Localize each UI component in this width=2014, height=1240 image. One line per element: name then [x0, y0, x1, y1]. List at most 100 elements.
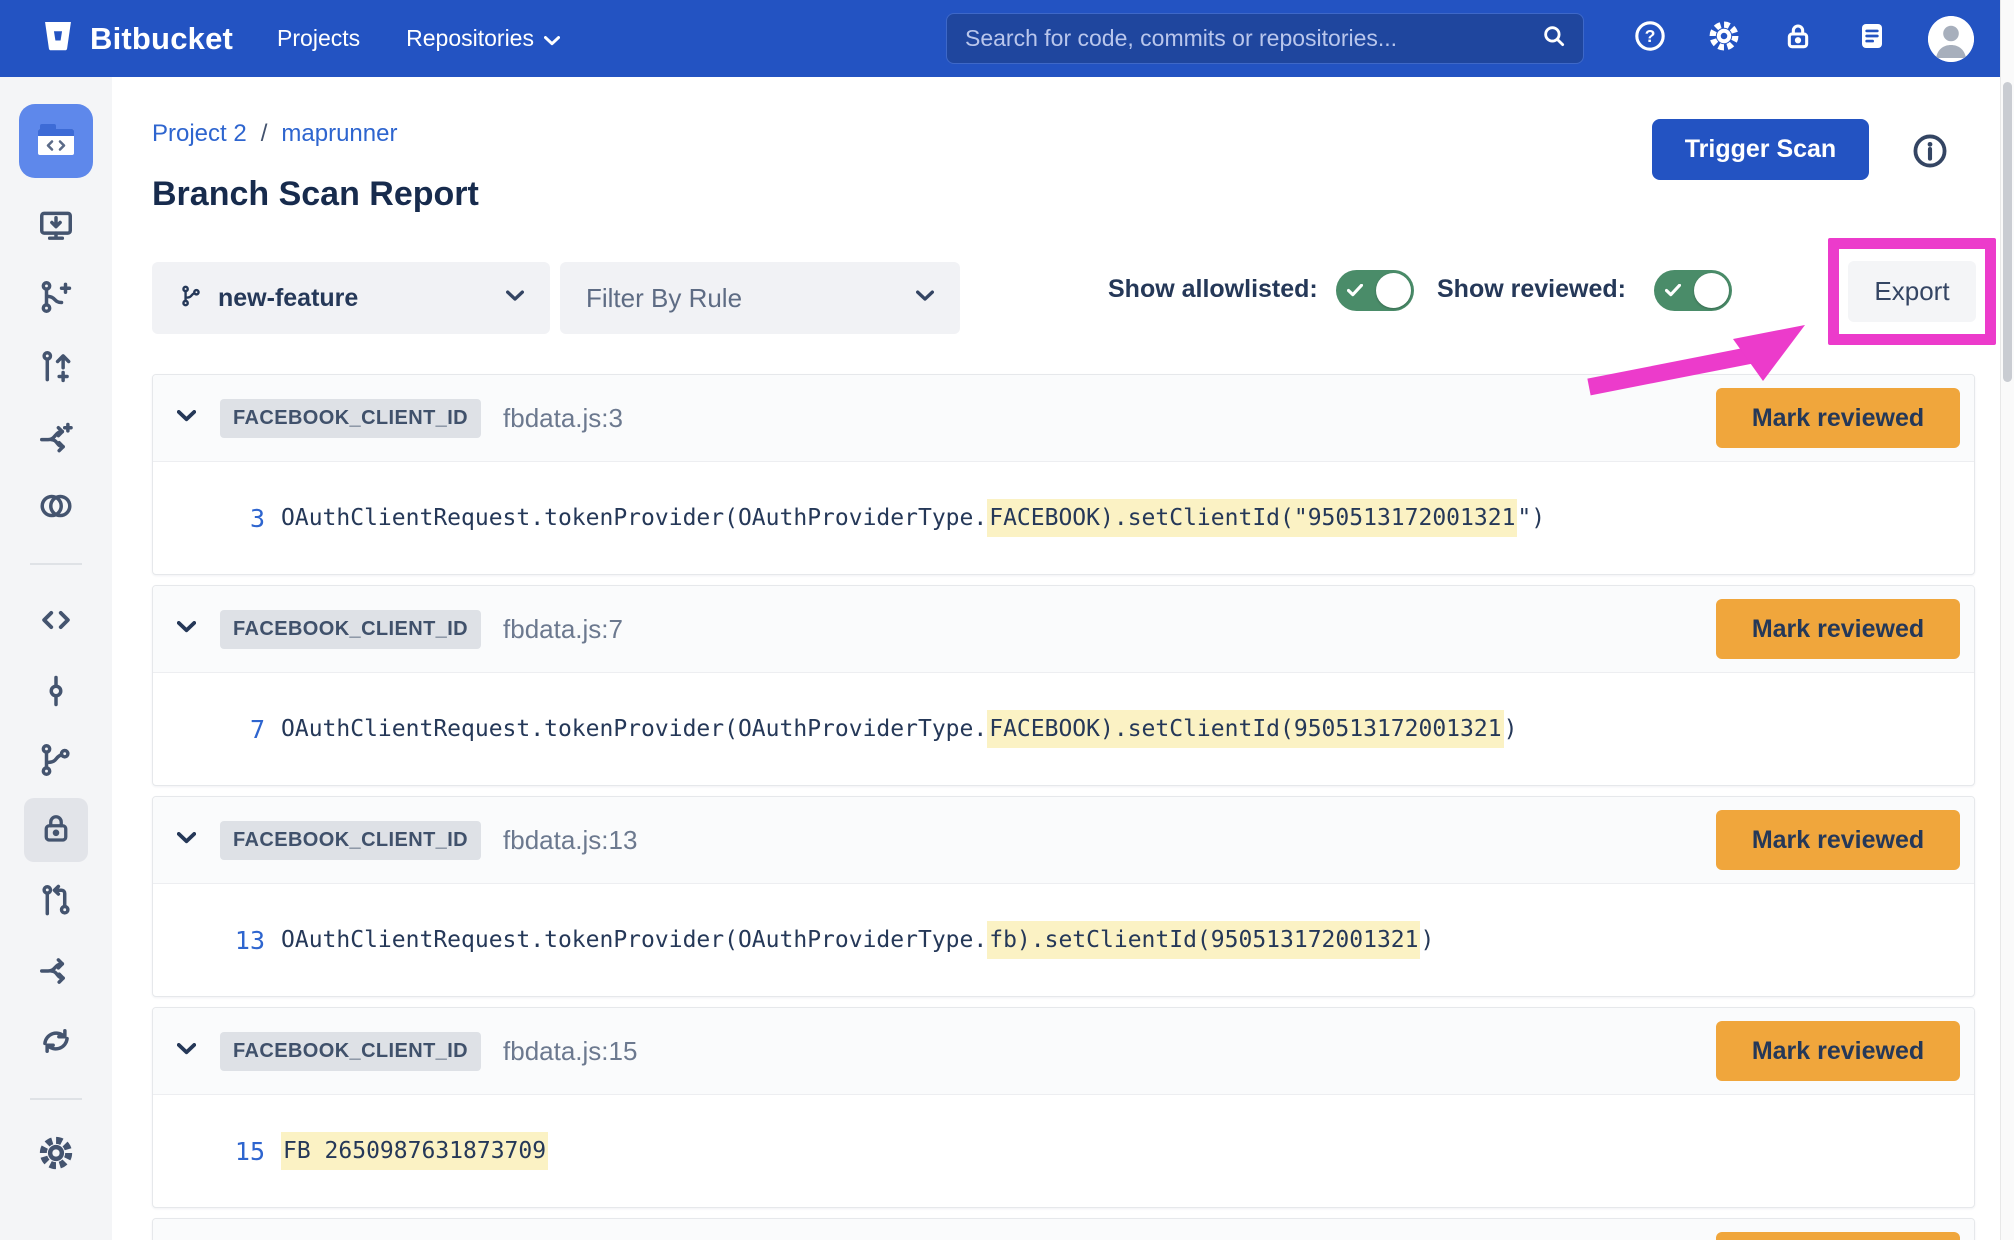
finding-header[interactable] [153, 1219, 1974, 1240]
scrollbar-thumb[interactable] [2003, 82, 2012, 382]
toggle-knob [1376, 273, 1411, 308]
lock-icon [1782, 20, 1814, 57]
findings-list: FACEBOOK_CLIENT_ID fbdata.js:3 Mark revi… [152, 374, 1975, 1240]
clone-icon [37, 207, 75, 250]
finding-header[interactable]: FACEBOOK_CLIENT_ID fbdata.js:3 Mark revi… [153, 375, 1974, 462]
code-snippet: 7 OAuthClientRequest.tokenProvider(OAuth… [153, 673, 1974, 785]
search-input[interactable] [965, 25, 1541, 52]
finding-location: fbdata.js:7 [503, 614, 623, 645]
chevron-down-icon [916, 289, 934, 307]
breadcrumb-repo-link[interactable]: maprunner [281, 120, 397, 148]
rule-badge: FACEBOOK_CLIENT_ID [220, 610, 481, 649]
chevron-down-icon [506, 289, 524, 307]
finding-card: FACEBOOK_CLIENT_ID fbdata.js:15 Mark rev… [152, 1007, 1975, 1208]
sidebar-item-security-scan[interactable] [24, 798, 88, 862]
secret-highlight: FB 2650987631873709 [281, 1132, 548, 1170]
top-nav: Bitbucket Projects Repositories ? [0, 0, 2000, 77]
chevron-down-icon [544, 25, 560, 52]
breadcrumb-separator: / [261, 120, 268, 148]
gear-icon [37, 1134, 75, 1177]
user-avatar[interactable] [1928, 16, 1974, 62]
breadcrumb-project-link[interactable]: Project 2 [152, 120, 247, 148]
branch-icon [178, 282, 204, 315]
code-line: OAuthClientRequest.tokenProvider(OAuthPr… [281, 505, 1545, 531]
settings-button[interactable] [1706, 21, 1742, 57]
branch-select[interactable]: new-feature [152, 262, 550, 334]
pull-request-icon [37, 882, 75, 925]
bitbucket-window: Bitbucket Projects Repositories ? [0, 0, 2014, 1240]
pipelines-icon [37, 1022, 75, 1065]
sidebar-item-compare[interactable] [0, 487, 112, 530]
line-number: 7 [231, 715, 265, 744]
sidebar-item-forks[interactable] [0, 952, 112, 995]
chevron-down-icon[interactable] [177, 1042, 196, 1060]
show-reviewed-toggle[interactable] [1654, 270, 1732, 311]
code-snippet: 3 OAuthClientRequest.tokenProvider(OAuth… [153, 462, 1974, 574]
sidebar-item-settings[interactable] [0, 1134, 112, 1177]
help-icon: ? [1633, 19, 1667, 58]
show-allowlisted-label: Show allowlisted: [1108, 275, 1318, 304]
mark-reviewed-button[interactable]: Mark reviewed [1716, 1021, 1960, 1081]
line-number: 3 [231, 504, 265, 533]
nav-item-projects[interactable]: Projects [277, 25, 360, 52]
sidebar-item-source[interactable] [0, 601, 112, 644]
finding-card [152, 1218, 1975, 1240]
export-highlight-box: Export [1828, 238, 1996, 345]
show-allowlisted-toggle[interactable] [1336, 270, 1414, 311]
finding-location: fbdata.js:15 [503, 1036, 637, 1067]
sidebar-item-fork[interactable] [0, 419, 112, 462]
nav-item-repositories[interactable]: Repositories [406, 25, 560, 52]
rule-badge: FACEBOOK_CLIENT_ID [220, 1032, 481, 1071]
bitbucket-logo[interactable]: Bitbucket [40, 18, 233, 59]
sidebar-item-pull-requests[interactable] [0, 882, 112, 925]
sidebar-item-create-branch[interactable] [0, 278, 112, 321]
repository-avatar[interactable] [19, 104, 93, 178]
mark-reviewed-button[interactable]: Mark reviewed [1716, 810, 1960, 870]
create-pull-request-icon [37, 348, 75, 391]
changelog-button[interactable] [1854, 21, 1890, 57]
mark-reviewed-button[interactable]: Mark reviewed [1716, 599, 1960, 659]
bitbucket-bucket-icon [40, 18, 76, 59]
finding-card: FACEBOOK_CLIENT_ID fbdata.js:3 Mark revi… [152, 374, 1975, 575]
mark-reviewed-button[interactable] [1716, 1232, 1960, 1240]
finding-header[interactable]: FACEBOOK_CLIENT_ID fbdata.js:13 Mark rev… [153, 797, 1974, 884]
finding-header[interactable]: FACEBOOK_CLIENT_ID fbdata.js:15 Mark rev… [153, 1008, 1974, 1095]
source-code-icon [36, 601, 76, 644]
rule-badge: FACEBOOK_CLIENT_ID [220, 821, 481, 860]
repo-sidebar [0, 77, 112, 1240]
chevron-down-icon[interactable] [177, 831, 196, 849]
finding-header[interactable]: FACEBOOK_CLIENT_ID fbdata.js:7 Mark revi… [153, 586, 1974, 673]
global-search[interactable] [946, 13, 1584, 64]
trigger-scan-button[interactable]: Trigger Scan [1652, 119, 1869, 180]
help-button[interactable]: ? [1632, 21, 1668, 57]
search-icon [1541, 23, 1567, 54]
sidebar-item-commits[interactable] [0, 672, 112, 715]
code-line: OAuthClientRequest.tokenProvider(OAuthPr… [281, 716, 1517, 742]
forks-icon [37, 952, 75, 995]
finding-card: FACEBOOK_CLIENT_ID fbdata.js:7 Mark revi… [152, 585, 1975, 786]
sidebar-divider [30, 563, 82, 565]
code-line: OAuthClientRequest.tokenProvider(OAuthPr… [281, 927, 1434, 953]
main-content: Project 2 / maprunner Trigger Scan Branc… [112, 77, 2000, 1240]
changelog-icon [1856, 20, 1888, 57]
rule-filter-value: Filter By Rule [586, 283, 742, 314]
sidebar-item-pipelines[interactable] [0, 1022, 112, 1065]
export-button[interactable]: Export [1848, 261, 1976, 322]
info-icon[interactable] [1911, 132, 1949, 170]
chevron-down-icon[interactable] [177, 620, 196, 638]
fork-plus-icon [37, 419, 75, 462]
toggle-knob [1694, 273, 1729, 308]
sidebar-item-branches[interactable] [0, 741, 112, 784]
scrollbar-track[interactable] [2000, 0, 2014, 1240]
sidebar-item-create-pull-request[interactable] [0, 348, 112, 391]
lock-icon [38, 810, 74, 851]
rule-filter-select[interactable]: Filter By Rule [560, 262, 960, 334]
security-button[interactable] [1780, 21, 1816, 57]
create-branch-icon [37, 278, 75, 321]
mark-reviewed-button[interactable]: Mark reviewed [1716, 388, 1960, 448]
brand-name: Bitbucket [90, 21, 233, 57]
chevron-down-icon[interactable] [177, 409, 196, 427]
branches-icon [37, 741, 75, 784]
secret-highlight: FACEBOOK).setClientId("950513172001321 [987, 499, 1517, 537]
sidebar-item-clone[interactable] [0, 207, 112, 250]
